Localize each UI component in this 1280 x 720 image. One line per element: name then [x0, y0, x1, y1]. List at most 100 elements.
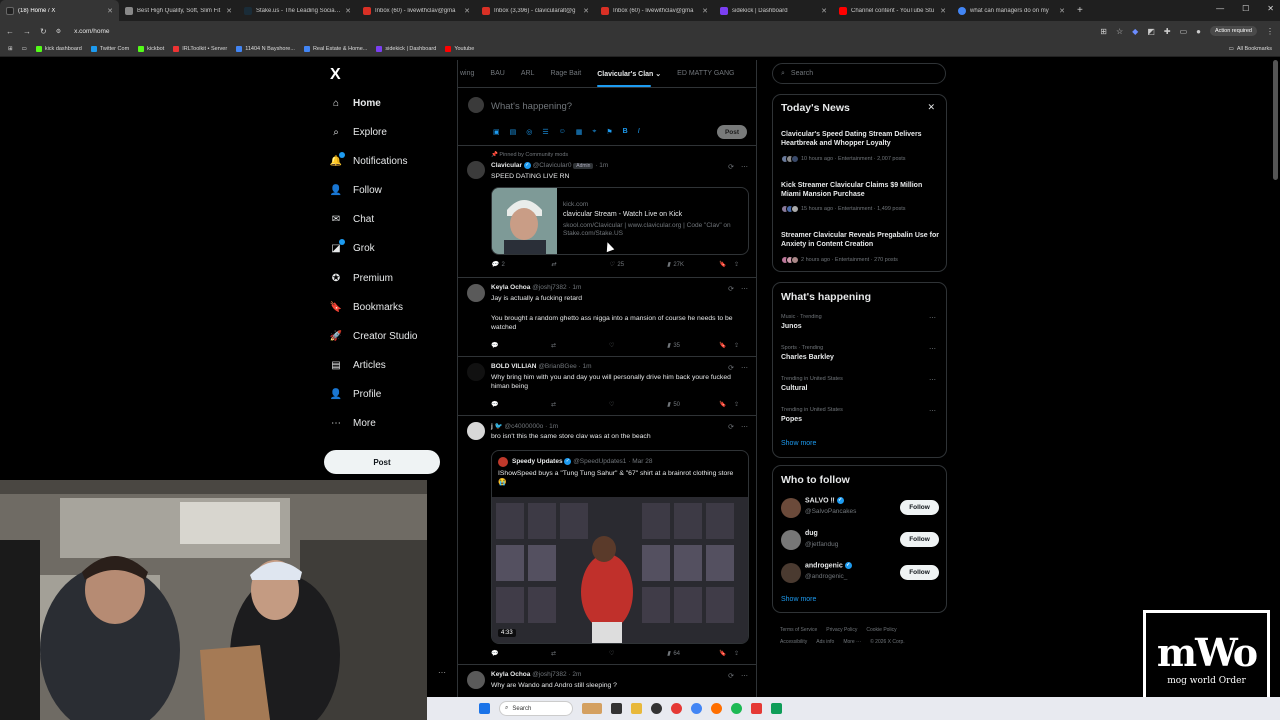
nav-articles[interactable]: ▤ Articles	[330, 359, 386, 371]
author-name[interactable]: Keyla Ochoa	[491, 284, 530, 291]
retweet-icon[interactable]: ⇄	[551, 650, 609, 657]
image-icon[interactable]: ▣	[493, 128, 500, 136]
tweet[interactable]: j 🐦 @c4000000o · 1m ⟳ ⋯ bro isn't this th…	[458, 416, 756, 665]
quote-video[interactable]	[492, 497, 748, 643]
nav-chat[interactable]: ✉ Chat	[330, 213, 374, 225]
reply-button[interactable]: 💬 2	[491, 261, 551, 269]
nav-follow[interactable]: 👤 Follow	[330, 184, 382, 196]
author-name[interactable]: Clavicular	[491, 162, 522, 169]
windows-start-icon[interactable]	[479, 703, 490, 714]
show-more-link[interactable]: Show more	[781, 440, 816, 447]
grok-icon[interactable]: ⟳	[728, 423, 734, 431]
avatar[interactable]	[467, 161, 485, 179]
action-required-button[interactable]: Action required	[1210, 26, 1257, 36]
avatar[interactable]	[467, 363, 485, 381]
footer-link[interactable]: More ···	[843, 639, 861, 645]
sheets-icon[interactable]	[771, 703, 782, 714]
trend-name[interactable]: Junos	[781, 323, 802, 330]
more-icon[interactable]: ⋯	[741, 285, 748, 293]
spotify-icon[interactable]	[731, 703, 742, 714]
tab-wing[interactable]: wing	[460, 70, 474, 77]
location-icon[interactable]: ⌖	[592, 128, 596, 136]
retweet-button[interactable]: ⇄	[551, 261, 609, 268]
follow-name[interactable]: SALVO ‼ ✓	[805, 497, 844, 504]
reply-icon[interactable]: 💬	[491, 401, 551, 408]
heart-icon[interactable]: ♡	[609, 401, 667, 408]
bookmark-icon[interactable]: 🔖	[719, 650, 734, 657]
extension-icon[interactable]: ◆	[1132, 27, 1138, 36]
widget-icon[interactable]	[582, 703, 602, 714]
emoji-icon[interactable]: ☺	[559, 128, 566, 136]
browser-tab[interactable]: Best High Quality, Soft, Slim Fit ✕	[119, 0, 238, 21]
star-icon[interactable]: ☆	[1116, 27, 1123, 36]
follow-button[interactable]: Follow	[900, 500, 939, 515]
tab-bau[interactable]: BAU	[490, 70, 504, 77]
share-icon[interactable]: ⇪	[734, 342, 739, 349]
follow-name[interactable]: androgenic ✓	[805, 562, 852, 569]
extensions-puzzle-icon[interactable]: ✚	[1164, 27, 1171, 36]
close-icon[interactable]: ✕	[464, 7, 470, 15]
tab-rage-bait[interactable]: Rage Bait	[550, 70, 581, 77]
show-more-link[interactable]: Show more	[781, 596, 816, 603]
close-icon[interactable]: ✕	[821, 7, 827, 15]
nav-profile[interactable]: 👤 Profile	[330, 388, 382, 400]
bookmark[interactable]: Twitter Com	[90, 45, 129, 52]
avatar[interactable]	[467, 284, 485, 302]
avatar[interactable]	[781, 530, 801, 550]
close-icon[interactable]: ✕	[583, 7, 589, 15]
bookmark[interactable]: IRLToolkit • Server	[173, 45, 227, 52]
bookmark[interactable]: sidekick | Dashboard	[376, 45, 436, 52]
more-icon[interactable]: ⋯	[929, 376, 936, 384]
close-icon[interactable]: ✕	[107, 7, 113, 15]
compose-post-button[interactable]: Post	[717, 125, 747, 139]
file-explorer-icon[interactable]	[631, 703, 642, 714]
footer-link[interactable]: Ads info	[816, 639, 834, 645]
tab-arl[interactable]: ARL	[521, 70, 535, 77]
bookmark[interactable]: Youtube	[445, 45, 474, 52]
tab-ed-matty-gang[interactable]: ED MATTY GANG	[677, 70, 734, 77]
views-button[interactable]: ▮ 64	[667, 650, 719, 658]
compose-input[interactable]: What's happening?	[491, 101, 572, 112]
search-box[interactable]: ⌕ Search	[772, 63, 946, 84]
browser-tab[interactable]: sidekick | Dashboard ✕	[714, 0, 833, 21]
author-name[interactable]: j 🐦	[491, 423, 503, 430]
close-window-icon[interactable]: ✕	[1267, 4, 1274, 13]
obs-icon[interactable]	[651, 703, 662, 714]
url-input[interactable]: x.com/home	[74, 28, 1091, 35]
all-bookmarks[interactable]: ▭ All Bookmarks	[1229, 46, 1272, 52]
nav-home[interactable]: ⌂ Home	[330, 97, 381, 109]
schedule-icon[interactable]: ▦	[576, 128, 583, 136]
views-button[interactable]: ▮ 35	[667, 342, 719, 350]
reply-icon[interactable]: 💬	[491, 650, 551, 657]
more-icon[interactable]: ⋯	[741, 163, 748, 171]
footer-link[interactable]: Accessibility	[780, 639, 807, 645]
news-headline[interactable]: Clavicular's Speed Dating Stream Deliver…	[781, 130, 941, 149]
retweet-icon[interactable]: ⇄	[551, 401, 609, 408]
more-icon[interactable]: ⋯	[929, 345, 936, 353]
close-icon[interactable]: ✕	[345, 7, 351, 15]
heart-icon[interactable]: ♡	[609, 342, 667, 349]
more-icon[interactable]: ⋯	[741, 423, 748, 431]
close-icon[interactable]: ✕	[1059, 7, 1065, 15]
browser-tab[interactable]: Stake.us - The Leading Social C ✕	[238, 0, 357, 21]
site-info-icon[interactable]: ⚙	[56, 28, 61, 35]
grok-icon[interactable]: ◎	[526, 128, 532, 136]
bookmark-icon[interactable]: 🔖	[719, 342, 734, 349]
like-button[interactable]: ♡ 25	[609, 261, 667, 269]
avatar[interactable]	[467, 422, 485, 440]
share-icon[interactable]: ⇪	[734, 261, 739, 268]
poll-icon[interactable]: ☰	[542, 128, 548, 136]
trend-name[interactable]: Cultural	[781, 385, 807, 392]
browser-tab[interactable]: Inbox (3,396) - clavicularalt@g ✕	[476, 0, 595, 21]
new-tab-button[interactable]: +	[1071, 5, 1089, 16]
apps-icon[interactable]: ⊞	[8, 46, 13, 52]
menu-icon[interactable]: ⋮	[1266, 27, 1274, 36]
follow-button[interactable]: Follow	[900, 565, 939, 580]
link-card[interactable]: kick.com clavicular Stream - Watch Live …	[491, 187, 749, 255]
author-name[interactable]: BOLD VILLIAN	[491, 363, 537, 370]
reload-icon[interactable]: ↻	[40, 27, 47, 36]
forward-icon[interactable]: →	[23, 27, 31, 36]
retweet-icon[interactable]: ⇄	[551, 342, 609, 349]
scrollbar[interactable]	[1273, 60, 1278, 180]
close-icon[interactable]: ✕	[927, 102, 935, 113]
